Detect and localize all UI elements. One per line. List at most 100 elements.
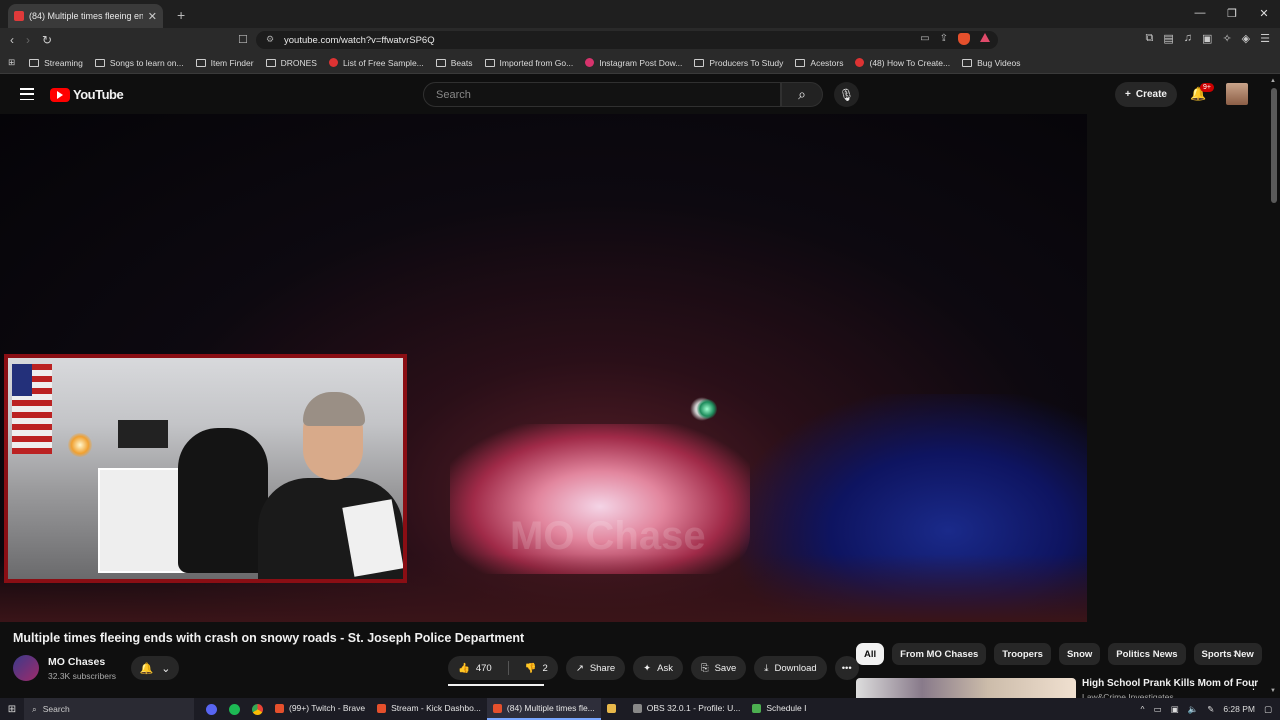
recommended-more-icon[interactable]: ⋮	[1248, 679, 1259, 692]
bookmark-item[interactable]: Streaming	[23, 58, 89, 68]
share-button[interactable]: ↗ Share	[565, 656, 626, 680]
page-scrollbar[interactable]: ▲ ▼	[1268, 76, 1280, 696]
volume-icon[interactable]: 🔈	[1188, 704, 1199, 715]
taskbar-app[interactable]: (99+) Twitch - Brave	[269, 698, 371, 720]
account-avatar[interactable]	[1226, 83, 1248, 105]
apps-grid-icon[interactable]: ⊞	[8, 57, 15, 68]
brave-shield-icon[interactable]	[958, 33, 970, 45]
channel-name[interactable]: MO Chases	[48, 656, 105, 668]
sidebar-icon[interactable]: ▤	[1163, 32, 1173, 45]
url-text: youtube.com/watch?v=ffwatvrSP6Q	[284, 34, 435, 46]
create-button[interactable]: + Create	[1115, 82, 1177, 107]
save-button[interactable]: ⎘ Save	[690, 656, 747, 680]
spotify-icon[interactable]	[229, 703, 240, 715]
bookmark-item[interactable]: Instagram Post Dow...	[579, 58, 688, 68]
reload-icon[interactable]: ↻	[42, 33, 52, 47]
taskbar-app[interactable]: (84) Multiple times fle...	[486, 698, 601, 720]
chip[interactable]: Politics News	[1108, 643, 1186, 665]
chip[interactable]: Sports New	[1193, 643, 1262, 665]
bookmark-item[interactable]: Item Finder	[190, 58, 260, 68]
bookmark-label: Songs to learn on...	[109, 57, 184, 68]
dislike-button[interactable]: 👎 2	[515, 656, 558, 680]
youtube-favicon-icon	[14, 11, 24, 21]
taskbar-app[interactable]: Schedule I	[746, 698, 812, 720]
discord-icon[interactable]	[206, 703, 217, 715]
streamer	[248, 388, 403, 579]
extensions-icon[interactable]: ⧉	[1146, 32, 1154, 45]
ask-label: Ask	[657, 662, 673, 674]
bookmark-label: Imported from Go...	[499, 57, 574, 68]
close-window-button[interactable]: ✕	[1248, 0, 1280, 26]
bookmark-item[interactable]: Acestors	[789, 58, 849, 68]
notification-center-icon[interactable]: ▢	[1264, 704, 1272, 715]
bookmark-item[interactable]: Songs to learn on...	[89, 58, 190, 68]
forward-icon[interactable]: ›	[26, 33, 30, 47]
music-icon[interactable]: ♫	[1184, 32, 1192, 45]
network-icon[interactable]: ▭	[1154, 704, 1162, 715]
bookmark-item[interactable]: Bug Videos	[956, 58, 1026, 68]
recommended-title[interactable]: High School Prank Kills Mom of Four	[1082, 678, 1258, 689]
american-flag	[12, 364, 52, 454]
like-button[interactable]: 👍 470	[448, 656, 502, 680]
chrome-icon[interactable]	[252, 703, 263, 715]
windows-start-icon[interactable]: ⊞	[0, 704, 24, 715]
taskbar-app[interactable]: OBS 32.0.1 - Profile: U...	[627, 698, 747, 720]
close-tab-icon[interactable]: ✕	[148, 10, 157, 23]
browser-tab-active[interactable]: (84) Multiple times fleeing en ✕	[8, 4, 163, 28]
bookmark-item[interactable]: Imported from Go...	[479, 58, 580, 68]
webcam-overlay	[4, 354, 407, 583]
bookmark-item[interactable]: Producers To Study	[688, 58, 789, 68]
brave-rewards-icon[interactable]	[980, 33, 990, 42]
recommended-thumbnail[interactable]	[856, 678, 1076, 698]
chip[interactable]: All	[856, 643, 885, 665]
bookmark-item[interactable]: Beats	[430, 58, 479, 68]
chip[interactable]: Troopers	[994, 643, 1051, 665]
display-icon[interactable]: ▣	[1171, 704, 1179, 715]
app-icon	[275, 703, 284, 713]
scroll-down-icon[interactable]: ▼	[1270, 688, 1276, 694]
voice-search-button[interactable]: 🎙	[834, 82, 859, 107]
bookmark-item[interactable]: List of Free Sample...	[323, 58, 430, 68]
share-icon[interactable]: ⇪	[940, 33, 948, 45]
scrollbar-thumb[interactable]	[1271, 88, 1277, 203]
hamburger-menu-icon[interactable]	[20, 88, 34, 100]
maximize-button[interactable]: ❐	[1216, 0, 1248, 26]
menu-icon[interactable]: ☰	[1260, 32, 1270, 45]
taskbar-app-label: Schedule I	[766, 703, 807, 713]
taskbar-app[interactable]: Stream - Kick Dashbo...	[371, 698, 487, 720]
bookmark-item[interactable]: (48) How To Create...	[849, 58, 956, 68]
like-ratio-bar	[448, 684, 544, 686]
taskbar-search[interactable]: ⌕ Search	[24, 698, 194, 720]
room-lamp	[68, 433, 92, 457]
clock[interactable]: 6:28 PM	[1223, 704, 1255, 714]
search-button[interactable]: ⌕	[781, 82, 823, 107]
share-arrow-icon: ↗	[575, 662, 584, 674]
pen-icon[interactable]: ✎	[1207, 704, 1214, 715]
vpn-icon[interactable]: ◈	[1242, 32, 1250, 45]
app-icon	[752, 703, 762, 713]
bookmark-label: Producers To Study	[709, 57, 784, 68]
search-icon: ⌕	[798, 86, 806, 102]
chip[interactable]: From MO Chases	[892, 643, 987, 665]
ask-button[interactable]: ✦ Ask	[633, 656, 683, 680]
bookmark-icon[interactable]: ☐	[238, 33, 248, 46]
bookmark-item[interactable]: DRONES	[260, 58, 323, 68]
url-bar[interactable]: ☐ ⚙ youtube.com/watch?v=ffwatvrSP6Q ▭ ⇪	[238, 31, 998, 49]
channel-avatar[interactable]	[13, 655, 39, 681]
chevron-right-icon[interactable]: ›	[1233, 646, 1237, 660]
cast-icon[interactable]: ▭	[920, 33, 929, 45]
subscribed-button[interactable]: 🔔 ⌄	[131, 656, 179, 680]
tray-chevron-icon[interactable]: ^	[1141, 704, 1145, 714]
back-icon[interactable]: ‹	[10, 33, 14, 47]
minimize-button[interactable]: —	[1184, 0, 1216, 26]
new-tab-button[interactable]: +	[177, 7, 185, 23]
chip[interactable]: Snow	[1058, 643, 1101, 665]
search-input[interactable]: Search	[423, 82, 781, 107]
scroll-up-icon[interactable]: ▲	[1270, 78, 1276, 84]
leo-icon[interactable]: ✧	[1222, 32, 1231, 45]
taskbar-app[interactable]	[601, 698, 627, 720]
download-button[interactable]: ⤓ Download	[754, 656, 827, 680]
youtube-logo[interactable]: YouTube	[50, 87, 124, 102]
site-info-icon[interactable]: ⚙	[266, 34, 274, 45]
wallet-icon[interactable]: ▣	[1202, 32, 1212, 45]
